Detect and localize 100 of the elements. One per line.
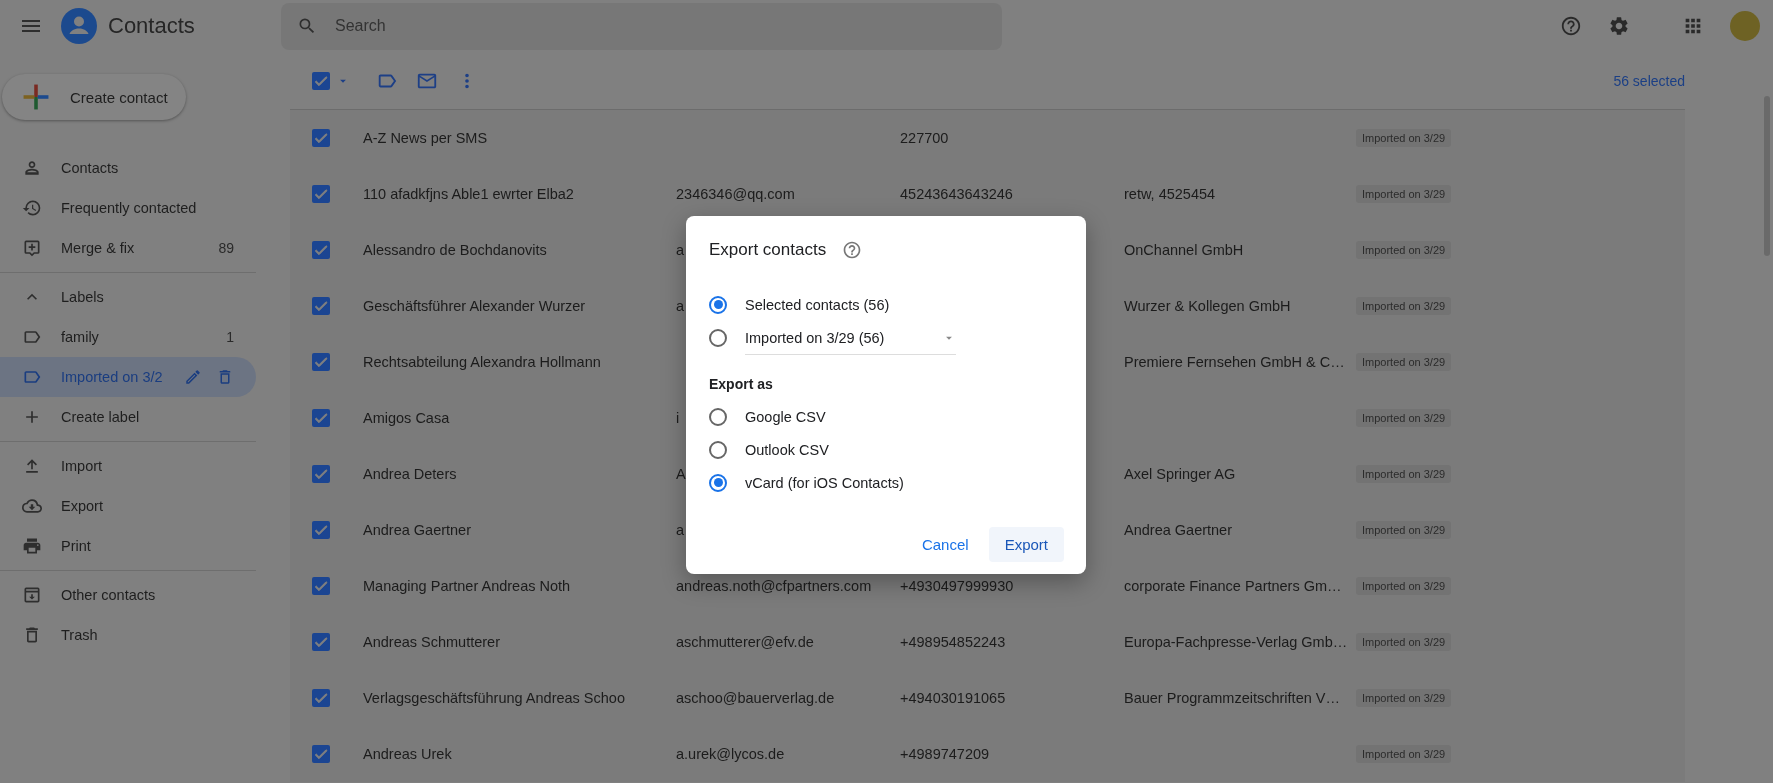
contact-email: i — [676, 410, 680, 426]
sidebar-item[interactable]: Import — [0, 446, 256, 486]
labels-section-toggle[interactable]: Labels — [0, 277, 256, 317]
create-contact-button[interactable]: Create contact — [2, 74, 186, 120]
settings-button[interactable] — [1608, 15, 1630, 37]
label-select[interactable]: Imported on 3/29 (56) — [745, 324, 956, 355]
row-checkbox[interactable] — [312, 633, 330, 651]
cancel-button[interactable]: Cancel — [907, 527, 983, 562]
contact-organization: Wurzer & Kollegen GmbH — [1124, 298, 1291, 314]
contact-email: a — [676, 298, 685, 314]
contact-name: Managing Partner Andreas Noth — [363, 578, 571, 594]
contact-email: a — [676, 522, 685, 538]
selection-count: 56 selected — [1613, 72, 1685, 89]
item-count: 89 — [218, 240, 234, 256]
row-checkbox[interactable] — [312, 577, 330, 595]
contact-organization: Andrea Gaertner — [1124, 522, 1232, 538]
person-logo-icon — [61, 8, 97, 44]
contact-email: aschmutterer@efv.de — [676, 634, 814, 650]
label-chip: Imported on 3/29 — [1356, 297, 1452, 315]
printer-icon — [22, 536, 42, 556]
cloud-download-icon — [22, 496, 42, 516]
search-input[interactable]: Search — [333, 16, 937, 36]
sidebar-item[interactable]: Print — [0, 526, 256, 566]
help-icon[interactable] — [842, 240, 863, 260]
row-checkbox[interactable] — [312, 521, 330, 539]
option-label: Selected contacts (56) — [745, 296, 890, 313]
merge-icon — [22, 238, 42, 258]
contact-name: Andrea Gaertner — [363, 522, 471, 538]
label-chip: Imported on 3/29 — [1356, 689, 1452, 707]
sidebar-item[interactable]: Frequently contacted — [0, 188, 256, 228]
option-label: Outlook CSV — [745, 441, 829, 458]
export-button[interactable]: Export — [988, 527, 1064, 562]
contact-name: Andrea Deters — [363, 466, 457, 482]
contact-organization: retw, 4525454 — [1124, 186, 1216, 202]
contact-email: a.urek@lycos.de — [676, 746, 785, 762]
label-chip: Imported on 3/29 — [1356, 577, 1452, 595]
contact-email: andreas.noth@cfpartners.com — [676, 578, 872, 594]
contact-name: A-Z News per SMS — [363, 130, 488, 146]
row-checkbox[interactable] — [312, 353, 330, 371]
label-chip: Imported on 3/29 — [1356, 241, 1452, 259]
sidebar-item[interactable]: Contacts — [0, 148, 256, 188]
contact-name: Amigos Casa — [363, 410, 450, 426]
sidebar-item[interactable]: family 1 — [0, 317, 256, 357]
section-heading: Export as — [709, 376, 774, 392]
radio-button[interactable] — [709, 473, 727, 492]
app-title: Contacts — [108, 13, 195, 39]
label-chip: Imported on 3/29 — [1356, 129, 1452, 147]
contact-organization: Premiere Fernsehen GmbH & C… — [1124, 354, 1345, 370]
sidebar-item[interactable]: Imported on 3/2 — [0, 357, 256, 397]
sidebar-item[interactable]: Create label — [0, 397, 256, 437]
radio-button[interactable] — [709, 440, 727, 459]
contact-name: Alessandro de Bochdanovits — [363, 242, 547, 258]
contact-phone: +494030191065 — [900, 690, 1006, 706]
row-checkbox[interactable] — [312, 129, 330, 147]
row-checkbox[interactable] — [312, 185, 330, 203]
contact-organization: OnChannel GmbH — [1124, 242, 1244, 258]
search-icon — [297, 16, 317, 36]
row-checkbox[interactable] — [312, 297, 330, 315]
contact-email: A — [676, 466, 686, 482]
label-chip: Imported on 3/29 — [1356, 633, 1452, 651]
radio-button[interactable] — [709, 295, 727, 314]
contact-email: a — [676, 242, 685, 258]
label-chip: Imported on 3/29 — [1356, 521, 1452, 539]
sidebar-item[interactable]: Merge & fix 89 — [0, 228, 256, 268]
contact-phone: +4989747209 — [900, 746, 990, 762]
contact-email: aschoo@bauerverlag.de — [676, 690, 835, 706]
pencil-icon[interactable] — [184, 368, 202, 386]
help-button[interactable] — [1560, 15, 1582, 37]
contact-name: Rechtsabteilung Alexandra Hollmann — [363, 354, 601, 370]
label-chip: Imported on 3/29 — [1356, 745, 1452, 763]
row-checkbox[interactable] — [312, 465, 330, 483]
avatar[interactable] — [1730, 11, 1760, 41]
label-chip: Imported on 3/29 — [1356, 409, 1452, 427]
label-chip: Imported on 3/29 — [1356, 185, 1452, 203]
contact-name: Andreas Schmutterer — [363, 634, 500, 650]
contact-name: 110 afadkfjns Able1 ewrter Elba2 — [363, 186, 574, 202]
row-checkbox[interactable] — [312, 409, 330, 427]
row-checkbox[interactable] — [312, 745, 330, 763]
radio-button[interactable] — [709, 328, 727, 347]
row-checkbox[interactable] — [312, 241, 330, 259]
contact-email: 2346346@qq.com — [676, 186, 795, 202]
sidebar-item[interactable]: Export — [0, 486, 256, 526]
contact-phone: +4930497999930 — [900, 578, 1014, 594]
item-count: 1 — [226, 329, 234, 345]
contact-organization: corporate Finance Partners Gm… — [1124, 578, 1342, 594]
radio-button[interactable] — [709, 407, 727, 426]
sidebar-item[interactable]: Trash — [0, 615, 256, 655]
label-chip: Imported on 3/29 — [1356, 353, 1452, 371]
label-chip: Imported on 3/29 — [1356, 465, 1452, 483]
contact-phone: 45243643643246 — [900, 186, 1013, 202]
search-bar[interactable]: Search — [281, 2, 1002, 50]
row-checkbox[interactable] — [312, 689, 330, 707]
archive-icon — [22, 585, 42, 605]
history-icon — [22, 198, 42, 218]
sidebar-item[interactable]: Other contacts — [0, 575, 256, 615]
select-all-checkbox[interactable] — [312, 71, 330, 90]
contact-organization: Bauer Programmzeitschriften V… — [1124, 690, 1340, 706]
contact-phone: +498954852243 — [900, 634, 1006, 650]
option-label: Google CSV — [745, 408, 826, 425]
contact-phone: 227700 — [900, 130, 949, 146]
